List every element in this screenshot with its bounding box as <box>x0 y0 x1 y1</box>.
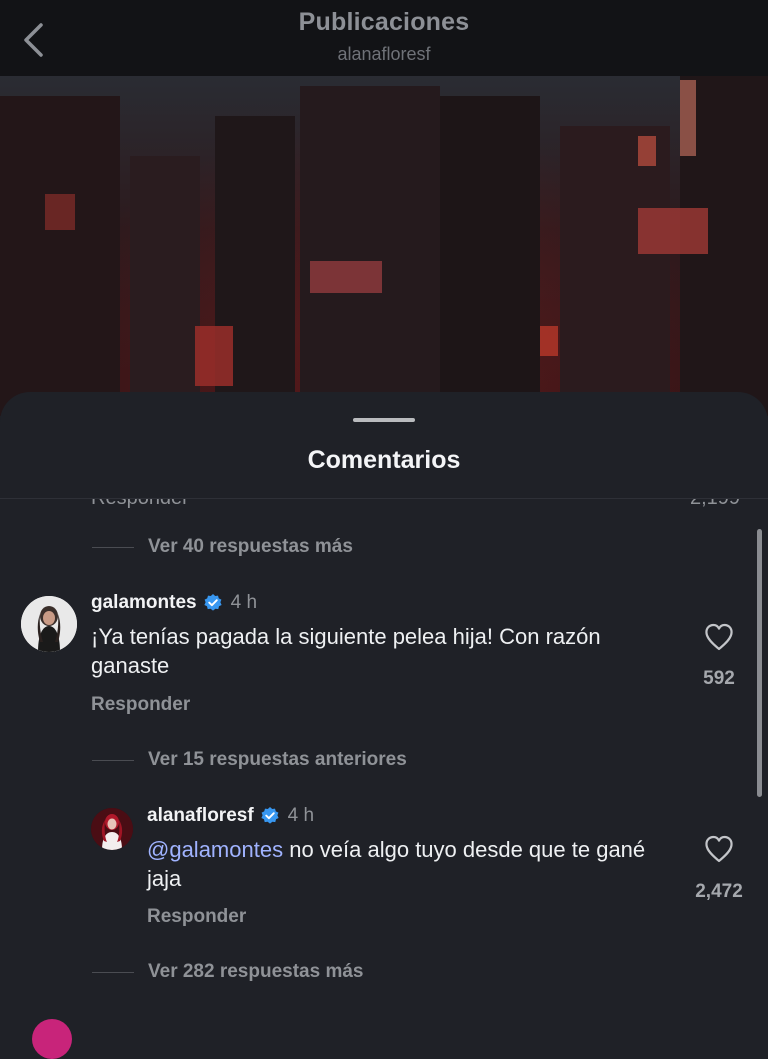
view-more-replies-button[interactable]: Ver 40 respuestas más <box>92 536 353 558</box>
username[interactable]: alanafloresf <box>147 805 254 827</box>
comment-timestamp: 4 h <box>230 592 258 613</box>
neon-sign <box>45 194 75 230</box>
like-count: 2,199 <box>690 499 740 510</box>
building-shape <box>300 86 440 416</box>
username[interactable]: galamontes <box>91 592 197 614</box>
profile-photo <box>21 596 77 652</box>
comment-text: @galamontes no veía algo tuyo desde que … <box>147 835 677 893</box>
thread-line <box>92 546 134 548</box>
comments-sheet: Comentarios Responder 2,199 Ver 40 respu… <box>0 392 768 1032</box>
comments-list[interactable]: Responder 2,199 Ver 40 respuestas más ga… <box>0 499 768 1032</box>
comment-timestamp: 4 h <box>287 805 315 826</box>
building-shape <box>0 96 120 416</box>
sheet-drag-handle[interactable] <box>353 418 415 422</box>
neon-sign <box>195 326 233 386</box>
view-previous-replies-label: Ver 15 respuestas anteriores <box>148 749 407 770</box>
heart-icon[interactable] <box>704 623 734 651</box>
heart-icon[interactable] <box>704 835 734 863</box>
view-more-replies-label: Ver 282 respuestas más <box>148 961 364 982</box>
thread-line <box>92 971 134 973</box>
reply-button[interactable]: Responder <box>91 499 189 510</box>
avatar[interactable] <box>21 596 77 652</box>
neon-sign <box>680 80 696 156</box>
reply-button[interactable]: Responder <box>91 694 190 716</box>
page-title: Publicaciones <box>298 8 470 36</box>
avatar[interactable] <box>32 1019 72 1059</box>
neon-sign <box>310 261 382 293</box>
mention-link[interactable]: @galamontes <box>147 837 283 862</box>
verified-badge-icon <box>261 807 279 824</box>
view-more-replies-button[interactable]: Ver 282 respuestas más <box>92 961 364 983</box>
profile-photo <box>91 808 133 850</box>
building-shape <box>130 156 200 416</box>
view-more-replies-label: Ver 40 respuestas más <box>148 536 353 557</box>
comment-text: ¡Ya tenías pagada la siguiente pelea hij… <box>91 624 601 678</box>
like-count: 592 <box>703 668 735 689</box>
view-previous-replies-button[interactable]: Ver 15 respuestas anteriores <box>92 749 407 771</box>
building-shape <box>440 96 540 416</box>
comment-header: galamontes 4 h <box>91 592 257 614</box>
like-count: 2,472 <box>695 881 743 902</box>
top-navigation-bar: Publicaciones alanafloresf <box>0 0 768 76</box>
post-image[interactable] <box>0 76 768 416</box>
page-subtitle-username: alanafloresf <box>337 44 431 64</box>
neon-sign <box>540 326 558 356</box>
reply-button[interactable]: Responder <box>147 906 246 928</box>
building-shape <box>560 126 670 416</box>
scrollbar[interactable] <box>757 529 762 797</box>
neon-sign <box>638 136 656 166</box>
comment-header: alanafloresf 4 h <box>147 805 314 827</box>
thread-line <box>92 759 134 761</box>
sheet-title: Comentarios <box>307 446 461 474</box>
neon-sign <box>638 208 708 254</box>
avatar[interactable] <box>91 808 133 850</box>
verified-badge-icon <box>203 594 222 611</box>
